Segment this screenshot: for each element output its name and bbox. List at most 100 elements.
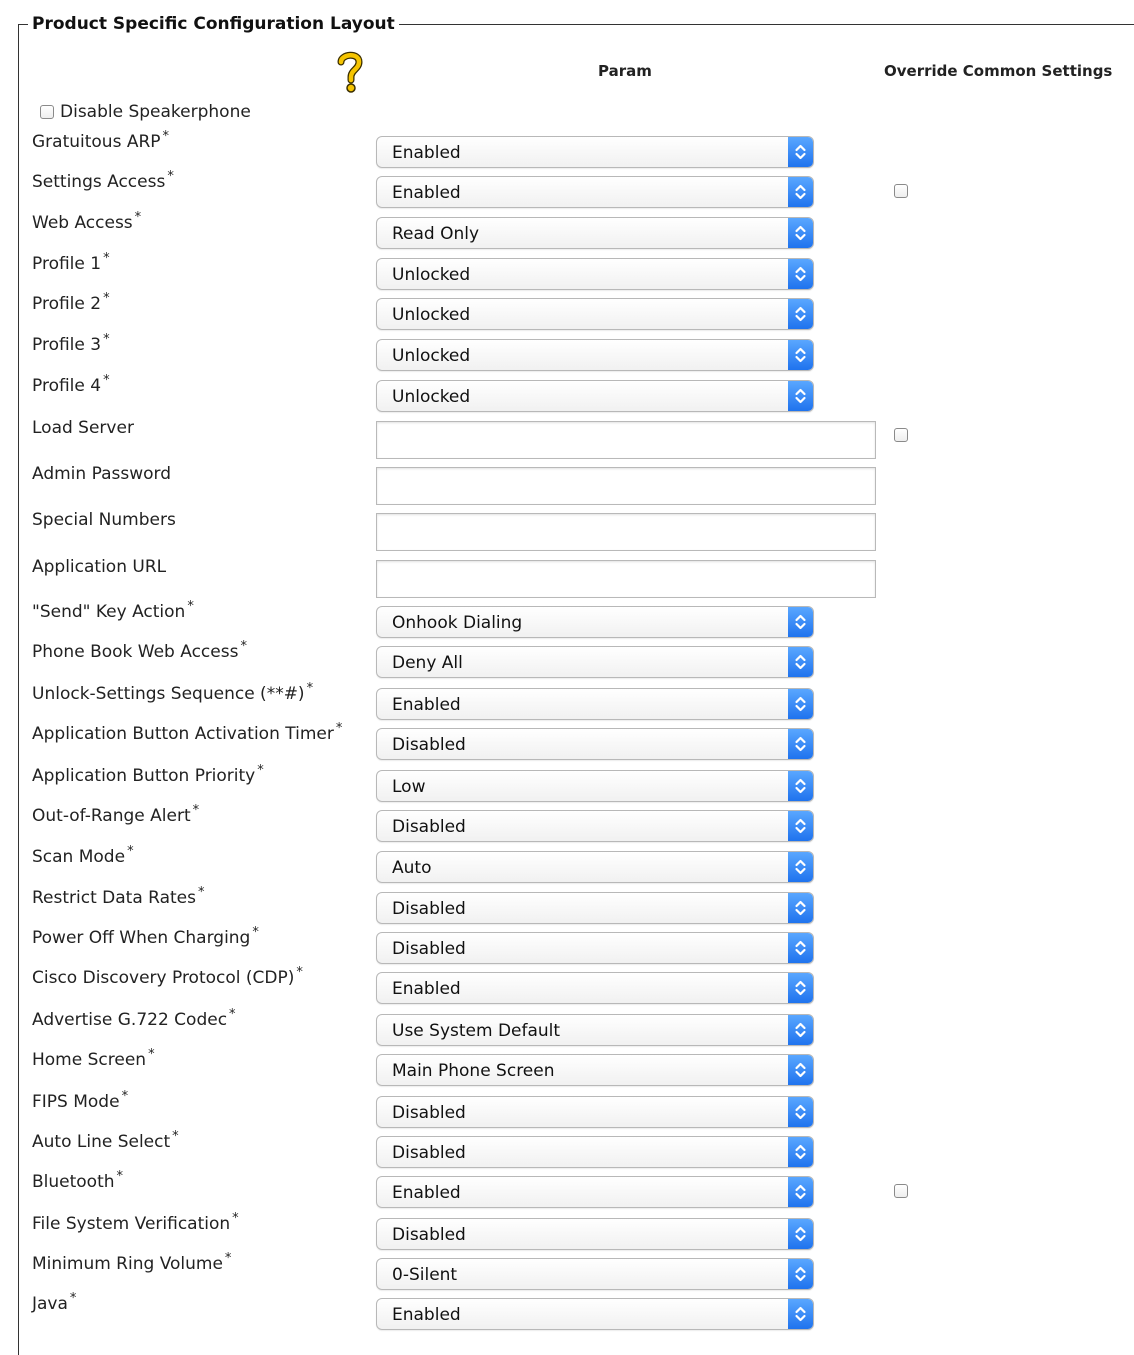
power-off-when-charging-select[interactable]: Disabled — [376, 932, 814, 964]
chevron-up-down-icon[interactable] — [788, 177, 813, 207]
advertise-g-722-codec-label: Advertise G.722 Codec * — [32, 1007, 236, 1030]
chevron-up-down-icon[interactable] — [788, 1219, 813, 1249]
required-marker: * — [69, 1291, 77, 1307]
profile-1-select[interactable]: Unlocked — [376, 258, 814, 290]
selected-value: Enabled — [392, 183, 461, 203]
required-marker: * — [306, 681, 314, 697]
out-of-range-alert-select[interactable]: Disabled — [376, 810, 814, 842]
phone-book-web-access-label: Phone Book Web Access * — [32, 640, 247, 662]
chevron-up-down-icon[interactable] — [788, 1015, 813, 1045]
application-button-activation-timer-select[interactable]: Disabled — [376, 728, 814, 760]
help-icon[interactable] — [336, 50, 364, 94]
chevron-up-down-icon[interactable] — [788, 893, 813, 923]
chevron-up-down-icon[interactable] — [788, 811, 813, 841]
file-system-verification-select[interactable]: Disabled — [376, 1218, 814, 1250]
application-button-activation-timer-label: Application Button Activation Timer * — [32, 722, 342, 744]
field-label-text: File System Verification — [32, 1214, 231, 1234]
gratuitous-arp-select[interactable]: Enabled — [376, 136, 814, 168]
chevron-up-down-icon[interactable] — [788, 729, 813, 759]
java-label: Java * — [32, 1291, 77, 1314]
disable-speakerphone-checkbox[interactable] — [40, 105, 54, 119]
chevron-up-down-icon[interactable] — [788, 771, 813, 801]
field-label-text: Java — [32, 1294, 68, 1314]
chevron-up-down-icon[interactable] — [788, 1137, 813, 1167]
chevron-up-down-icon[interactable] — [788, 1177, 813, 1207]
load-server-override-checkbox[interactable] — [894, 428, 908, 442]
required-marker: * — [198, 885, 205, 901]
field-label-text: "Send" Key Action — [32, 602, 186, 622]
required-marker: * — [229, 1007, 236, 1023]
selected-value: Disabled — [392, 817, 466, 837]
chevron-up-down-icon[interactable] — [788, 647, 813, 677]
profile-4-label: Profile 4 * — [32, 374, 110, 396]
field-label-text: Profile 2 — [32, 294, 102, 314]
chevron-up-down-icon[interactable] — [788, 137, 813, 167]
chevron-up-down-icon[interactable] — [788, 381, 813, 411]
selected-value: Enabled — [392, 695, 461, 715]
profile-3-select[interactable]: Unlocked — [376, 339, 814, 371]
panel-title: Product Specific Configuration Layout — [28, 12, 399, 36]
required-marker: * — [296, 965, 303, 981]
selected-value: Low — [392, 777, 426, 797]
selected-value: Disabled — [392, 735, 466, 755]
selected-value: Unlocked — [392, 346, 471, 366]
chevron-up-down-icon[interactable] — [788, 1097, 813, 1127]
load-server-input[interactable] — [376, 421, 876, 459]
selected-value: Onhook Dialing — [392, 613, 523, 633]
settings-access-select[interactable]: Enabled — [376, 176, 814, 208]
settings-access-override-checkbox[interactable] — [894, 184, 908, 198]
advertise-g-722-codec-select[interactable]: Use System Default — [376, 1014, 814, 1046]
cisco-discovery-protocol-cdp-select[interactable]: Enabled — [376, 972, 814, 1004]
chevron-up-down-icon[interactable] — [788, 973, 813, 1003]
profile-2-label: Profile 2 * — [32, 292, 110, 314]
chevron-up-down-icon[interactable] — [788, 259, 813, 289]
chevron-up-down-icon[interactable] — [788, 933, 813, 963]
field-label-text: Load Server — [32, 418, 134, 438]
field-label-text: Power Off When Charging — [32, 928, 251, 948]
required-marker: * — [187, 599, 194, 615]
required-marker: * — [172, 1129, 179, 1145]
settings-access-label: Settings Access * — [32, 170, 174, 192]
bluetooth-select[interactable]: Enabled — [376, 1176, 814, 1208]
home-screen-select[interactable]: Main Phone Screen — [376, 1054, 814, 1086]
chevron-up-down-icon[interactable] — [788, 1259, 813, 1289]
restrict-data-rates-select[interactable]: Disabled — [376, 892, 814, 924]
special-numbers-input[interactable] — [376, 513, 876, 551]
admin-password-input[interactable] — [376, 467, 876, 505]
bluetooth-label: Bluetooth * — [32, 1170, 123, 1192]
chevron-up-down-icon[interactable] — [788, 218, 813, 248]
scan-mode-select[interactable]: Auto — [376, 851, 814, 883]
application-url-input[interactable] — [376, 560, 876, 598]
chevron-up-down-icon[interactable] — [788, 1055, 813, 1085]
required-marker: * — [252, 925, 259, 941]
java-select[interactable]: Enabled — [376, 1298, 814, 1330]
selected-value: Enabled — [392, 1183, 461, 1203]
fips-mode-select[interactable]: Disabled — [376, 1096, 814, 1128]
cisco-discovery-protocol-cdp-label: Cisco Discovery Protocol (CDP) * — [32, 965, 303, 988]
disable-speakerphone-label: Disable Speakerphone — [60, 102, 251, 122]
profile-2-select[interactable]: Unlocked — [376, 298, 814, 330]
bluetooth-override-checkbox[interactable] — [894, 1184, 908, 1198]
unlock-settings-sequence-select[interactable]: Enabled — [376, 688, 814, 720]
send-key-action-select[interactable]: Onhook Dialing — [376, 606, 814, 638]
web-access-select[interactable]: Read Only — [376, 217, 814, 249]
disable-speakerphone-option[interactable]: Disable Speakerphone — [40, 102, 251, 122]
field-label-text: Web Access — [32, 213, 133, 233]
field-label-text: Cisco Discovery Protocol (CDP) — [32, 968, 295, 988]
minimum-ring-volume-select[interactable]: 0-Silent — [376, 1258, 814, 1290]
profile-4-select[interactable]: Unlocked — [376, 380, 814, 412]
selected-value: Enabled — [392, 1305, 461, 1325]
auto-line-select-select[interactable]: Disabled — [376, 1136, 814, 1168]
chevron-up-down-icon[interactable] — [788, 607, 813, 637]
chevron-up-down-icon[interactable] — [788, 340, 813, 370]
application-button-priority-select[interactable]: Low — [376, 770, 814, 802]
gratuitous-arp-label: Gratuitous ARP * — [32, 130, 169, 152]
chevron-up-down-icon[interactable] — [788, 299, 813, 329]
chevron-up-down-icon[interactable] — [788, 1299, 813, 1329]
selected-value: Unlocked — [392, 305, 471, 325]
selected-value: Disabled — [392, 1103, 466, 1123]
chevron-up-down-icon[interactable] — [788, 689, 813, 719]
chevron-up-down-icon[interactable] — [788, 852, 813, 882]
phone-book-web-access-select[interactable]: Deny All — [376, 646, 814, 678]
field-label-text: Admin Password — [32, 464, 171, 484]
